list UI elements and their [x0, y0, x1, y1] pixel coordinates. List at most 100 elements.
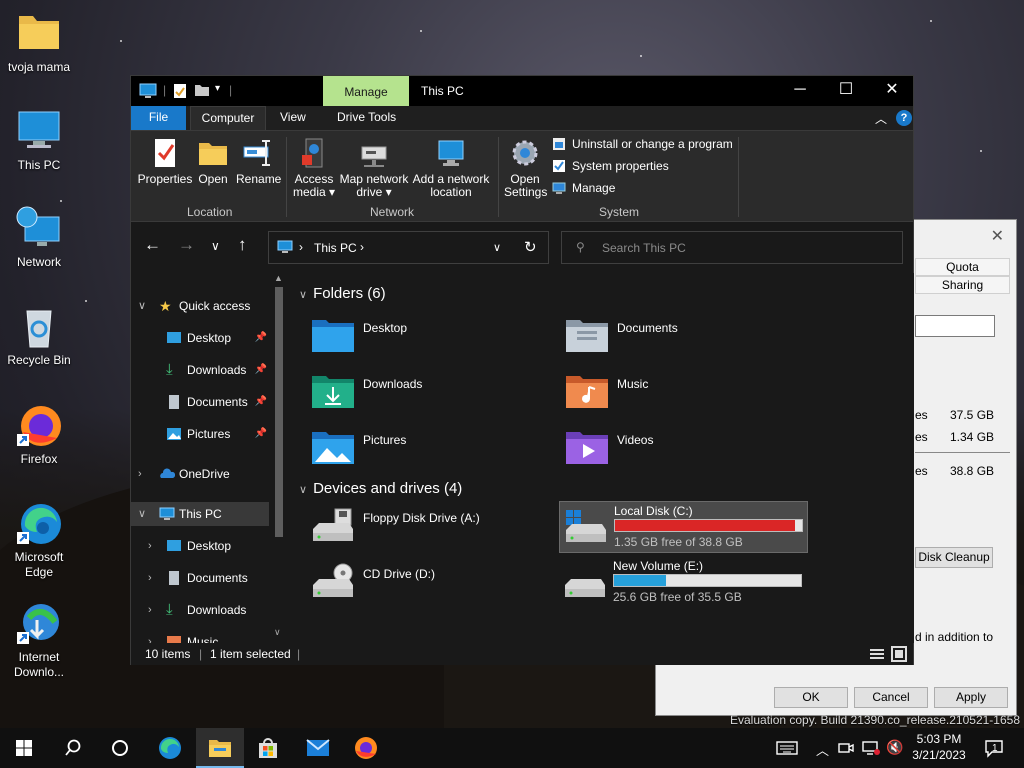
notifications-button[interactable]: 1 — [984, 738, 1004, 768]
nav-label: Documents — [187, 571, 248, 585]
desktop-icon-recycle-bin[interactable]: Recycle Bin — [0, 303, 78, 368]
drive-volume-e[interactable]: New Volume (E:) 25.6 GB free of 35.5 GB — [559, 557, 809, 609]
tab-computer[interactable]: Computer — [190, 106, 266, 130]
search-box[interactable]: ⚲ Search This PC — [561, 231, 903, 264]
open-settings-button[interactable]: Open Settings — [504, 137, 547, 199]
apply-button[interactable]: Apply — [934, 687, 1008, 708]
pin-icon[interactable]: 📌 — [255, 358, 267, 382]
this-pc-small-icon — [277, 240, 293, 257]
close-icon[interactable]: ✕ — [991, 226, 1004, 246]
nav-pc-music[interactable]: › Music — [131, 630, 269, 643]
nav-pc-desktop[interactable]: › Desktop — [131, 534, 269, 558]
properties-button[interactable]: Properties — [137, 137, 193, 186]
system-properties-button[interactable]: System properties — [552, 157, 669, 175]
breadcrumb-chevron-icon[interactable]: › — [360, 240, 364, 254]
desktop-icon-this-pc[interactable]: This PC — [0, 108, 78, 173]
ok-button[interactable]: OK — [774, 687, 848, 708]
details-view-icon[interactable] — [869, 647, 885, 669]
folders-section-header[interactable]: ∨ Folders (6) — [299, 285, 386, 302]
properties-qat-icon[interactable] — [173, 83, 187, 99]
nav-qa-documents[interactable]: Documents 📌 — [131, 390, 269, 414]
tab-file[interactable]: File — [131, 106, 186, 130]
desktop-icon-folder[interactable]: tvoja mama — [0, 10, 78, 75]
taskbar-firefox[interactable] — [342, 728, 390, 768]
start-button[interactable] — [0, 728, 48, 768]
pin-icon[interactable]: 📌 — [255, 326, 267, 350]
nav-qa-desktop[interactable]: Desktop 📌 — [131, 326, 269, 350]
drive-floppy[interactable]: Floppy Disk Drive (A:) — [311, 507, 561, 557]
taskbar-edge[interactable] — [146, 728, 194, 768]
task-view-button[interactable] — [96, 728, 144, 768]
access-media-button[interactable]: Access media ▾ — [292, 137, 336, 199]
new-folder-qat-icon[interactable] — [194, 83, 210, 99]
nav-qa-downloads[interactable]: ⤓ Downloads 📌 — [131, 358, 269, 382]
rename-button[interactable]: Rename — [236, 137, 281, 186]
manage-button[interactable]: Manage — [552, 179, 615, 197]
desktop-icon-idm[interactable]: Internet Downlo... — [0, 600, 78, 680]
pin-icon[interactable]: 📌 — [255, 390, 267, 414]
breadcrumb-this-pc[interactable]: This PC — [314, 241, 357, 255]
network-status-icon[interactable] — [862, 740, 880, 768]
desktop-icon-edge[interactable]: Microsoft Edge — [0, 500, 78, 580]
scrollbar-thumb[interactable] — [275, 287, 283, 537]
disk-cleanup-button[interactable]: Disk Cleanup — [915, 547, 993, 568]
nav-qa-pictures[interactable]: Pictures 📌 — [131, 422, 269, 446]
forward-arrow-icon[interactable]: → — [178, 235, 195, 255]
taskbar-mail[interactable] — [294, 728, 342, 768]
address-history-dropdown-icon[interactable]: ∨ — [493, 241, 501, 254]
refresh-icon[interactable]: ↻ — [524, 238, 537, 256]
cancel-button[interactable]: Cancel — [854, 687, 928, 708]
folder-pictures[interactable]: Pictures — [311, 429, 551, 473]
minimize-button[interactable]: ─ — [777, 76, 823, 106]
open-button[interactable]: Open — [197, 137, 229, 186]
tab-sharing[interactable]: Sharing — [915, 276, 1010, 294]
qat-dropdown-icon[interactable]: ▾ — [215, 83, 220, 99]
desktop-icon-firefox[interactable]: Firefox — [0, 402, 78, 467]
nav-quick-access[interactable]: ∨ ★ Quick access — [131, 294, 269, 318]
chevron-right-icon: › — [148, 540, 152, 552]
manage-context-tab[interactable]: Manage — [323, 76, 409, 106]
address-bar[interactable]: › This PC › ∨ ↻ — [268, 231, 549, 264]
taskbar-store[interactable] — [244, 728, 292, 768]
star-icon: ★ — [159, 298, 172, 314]
folder-videos[interactable]: Videos — [565, 429, 805, 473]
name-field[interactable] — [915, 315, 995, 337]
scroll-down-icon[interactable]: ∨ — [274, 627, 281, 638]
drive-local-c[interactable]: Local Disk (C:) 1.35 GB free of 38.8 GB — [559, 501, 808, 553]
tab-quota[interactable]: Quota — [915, 258, 1010, 276]
add-network-location-button[interactable]: Add a network location — [412, 137, 490, 199]
folder-documents[interactable]: Documents — [565, 317, 805, 361]
desktop-icon-network[interactable]: Network — [0, 205, 78, 270]
search-button[interactable] — [48, 728, 96, 768]
nav-scrollbar[interactable]: ▲ ∨ — [271, 273, 287, 643]
drives-section-header[interactable]: ∨ Devices and drives (4) — [299, 480, 462, 497]
back-arrow-icon[interactable]: ← — [144, 235, 161, 255]
folder-music[interactable]: Music — [565, 373, 805, 417]
tab-drive-tools[interactable]: Drive Tools — [329, 106, 404, 130]
up-arrow-icon[interactable]: ↑ — [238, 235, 247, 255]
nav-onedrive[interactable]: › OneDrive — [131, 462, 269, 486]
recent-locations-chevron-icon[interactable]: ∨ — [211, 239, 220, 253]
nav-pc-downloads[interactable]: › ⤓ Downloads — [131, 598, 269, 622]
large-icons-view-icon[interactable] — [891, 646, 907, 669]
close-button[interactable]: ✕ — [869, 76, 915, 106]
drive-cd[interactable]: CD Drive (D:) — [311, 563, 561, 613]
show-hidden-icons-chevron-icon[interactable]: ︿ — [816, 740, 829, 768]
uninstall-program-button[interactable]: Uninstall or change a program — [552, 135, 733, 153]
touch-keyboard-icon[interactable] — [776, 740, 798, 768]
maximize-button[interactable]: ☐ — [823, 76, 869, 106]
folder-downloads[interactable]: Downloads — [311, 373, 551, 417]
clock[interactable]: 5:03 PM 3/21/2023 — [908, 731, 970, 768]
nav-this-pc[interactable]: ∨ This PC — [131, 502, 269, 526]
taskbar-file-explorer[interactable] — [196, 728, 244, 768]
folder-desktop[interactable]: Desktop — [311, 317, 551, 361]
collapse-ribbon-icon[interactable]: ︿ — [875, 110, 887, 127]
tab-view[interactable]: View — [272, 106, 314, 130]
pin-icon[interactable]: 📌 — [255, 422, 267, 446]
scroll-up-icon[interactable]: ▲ — [274, 273, 283, 283]
nav-pc-documents[interactable]: › Documents — [131, 566, 269, 590]
map-network-drive-button[interactable]: Map network drive ▾ — [338, 137, 410, 199]
help-icon[interactable]: ? — [896, 110, 912, 126]
meet-now-icon[interactable] — [838, 740, 854, 768]
volume-muted-icon[interactable]: 🔇 — [886, 739, 903, 768]
